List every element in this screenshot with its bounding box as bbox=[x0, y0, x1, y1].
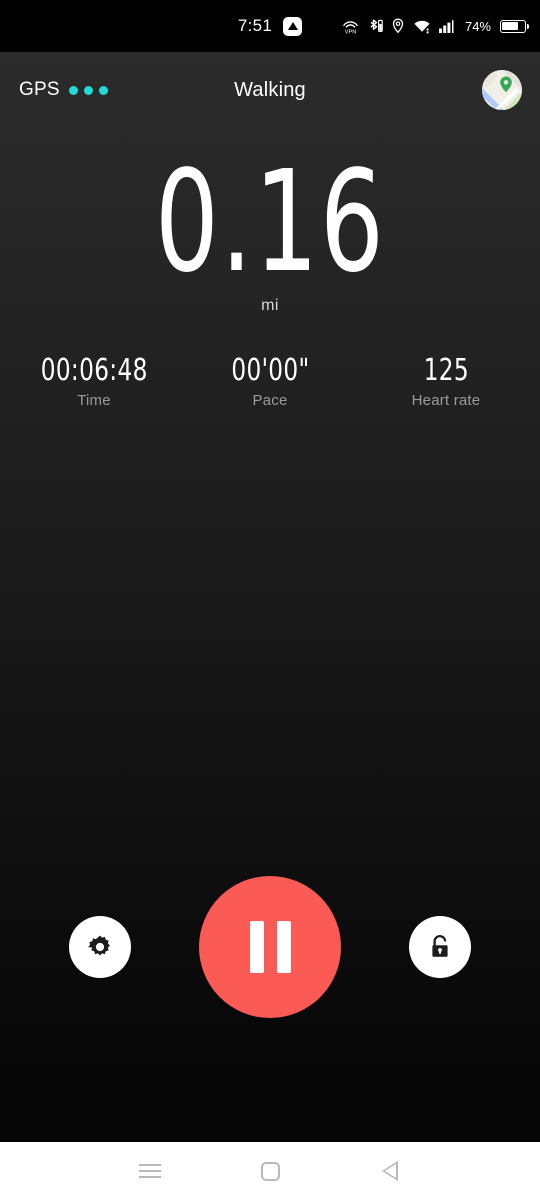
stats-row: 00:06:48 Time 00'00" Pace 125 Heart rate bbox=[0, 355, 540, 409]
app-content: GPS Walking 0.16 mi 00:06:48 Time 00'00"… bbox=[0, 52, 540, 1142]
map-thumbnail-icon[interactable] bbox=[482, 70, 522, 110]
activity-title: Walking bbox=[234, 78, 306, 101]
battery-percent-label: 74% bbox=[464, 18, 491, 34]
location-pin-icon bbox=[391, 18, 405, 34]
stat-label: Pace bbox=[252, 391, 288, 409]
back-triangle-icon bbox=[382, 1161, 398, 1181]
gear-icon bbox=[87, 934, 113, 960]
pause-button[interactable] bbox=[199, 876, 341, 1018]
home-button[interactable] bbox=[210, 1142, 330, 1200]
battery-icon bbox=[500, 19, 530, 33]
back-button[interactable] bbox=[330, 1142, 450, 1200]
stat-time: 00:06:48 Time bbox=[6, 355, 182, 409]
svg-text:VPN: VPN bbox=[345, 29, 357, 34]
unlocked-padlock-icon bbox=[427, 933, 453, 961]
android-nav-bar bbox=[0, 1142, 540, 1200]
pause-icon bbox=[276, 921, 291, 973]
stat-label: Heart rate bbox=[411, 391, 481, 409]
settings-button[interactable] bbox=[69, 916, 131, 978]
recents-button[interactable] bbox=[90, 1142, 210, 1200]
triangle-up-badge-icon bbox=[283, 16, 303, 36]
stat-value: 00'00" bbox=[230, 353, 310, 389]
phone-screen: 7:51 VPN 74% GPS Walking 0.16 mi 00:06:4… bbox=[0, 0, 540, 1200]
vpn-icon: VPN bbox=[342, 19, 359, 34]
cellular-signal-icon bbox=[438, 19, 457, 34]
bluetooth-battery-icon bbox=[367, 18, 383, 35]
home-square-icon bbox=[260, 1161, 280, 1181]
stat-value: 00:06:48 bbox=[40, 353, 148, 389]
status-bar: 7:51 VPN 74% bbox=[0, 0, 540, 52]
stat-heart-rate: 125 Heart rate bbox=[358, 355, 534, 409]
status-bar-clock: 7:51 bbox=[237, 16, 273, 35]
app-header: GPS Walking bbox=[0, 52, 540, 128]
distance-display: 0.16 mi bbox=[0, 141, 540, 315]
lock-button[interactable] bbox=[409, 916, 471, 978]
metrics-panel: 0.16 mi 00:06:48 Time 00'00" Pace 125 He… bbox=[0, 128, 540, 409]
stat-pace: 00'00" Pace bbox=[182, 355, 358, 409]
distance-value: 0.16 bbox=[154, 141, 386, 304]
status-bar-icons: VPN 74% bbox=[342, 18, 530, 35]
recents-icon bbox=[139, 1164, 161, 1178]
pause-icon bbox=[249, 921, 264, 973]
stat-value: 125 bbox=[423, 353, 469, 389]
wifi-icon bbox=[413, 19, 431, 34]
workout-controls bbox=[0, 876, 540, 1018]
stat-label: Time bbox=[77, 391, 111, 409]
